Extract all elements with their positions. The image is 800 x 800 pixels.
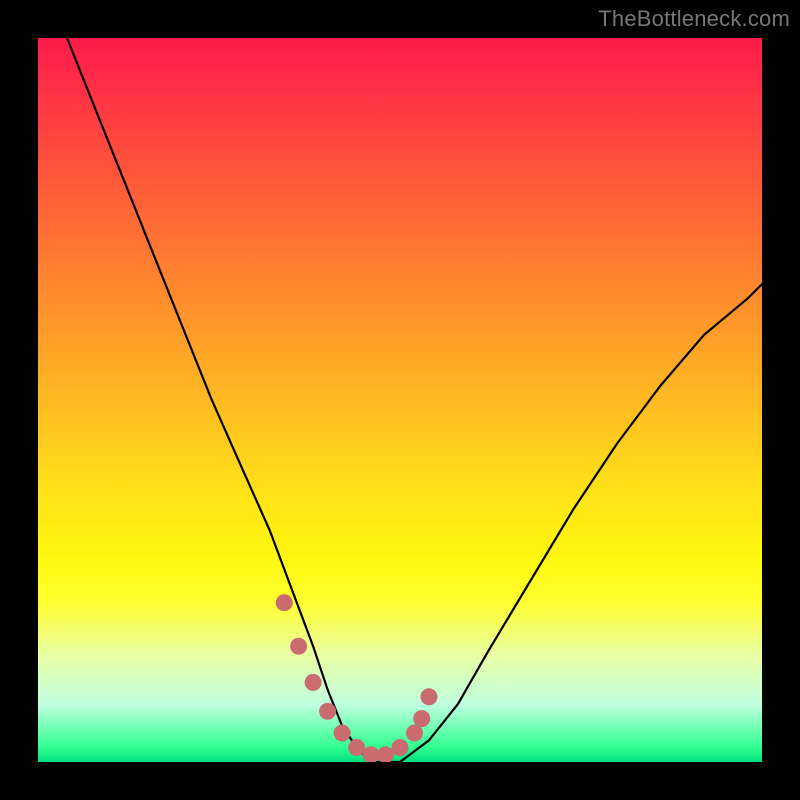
highlight-marker — [348, 739, 365, 756]
watermark-text: TheBottleneck.com — [598, 6, 790, 32]
chart-svg — [38, 38, 762, 762]
chart-plot-area — [38, 38, 762, 762]
highlight-marker — [305, 674, 322, 691]
highlight-marker — [276, 594, 293, 611]
highlight-marker — [334, 725, 351, 742]
highlight-marker — [421, 688, 438, 705]
highlight-marker — [392, 739, 409, 756]
bottleneck-curve-line — [67, 38, 762, 762]
highlight-marker — [377, 746, 394, 762]
highlight-marker-group — [276, 594, 438, 762]
highlight-marker — [363, 746, 380, 762]
highlight-marker — [406, 725, 423, 742]
highlight-marker — [319, 703, 336, 720]
highlight-marker — [290, 638, 307, 655]
highlight-marker — [413, 710, 430, 727]
